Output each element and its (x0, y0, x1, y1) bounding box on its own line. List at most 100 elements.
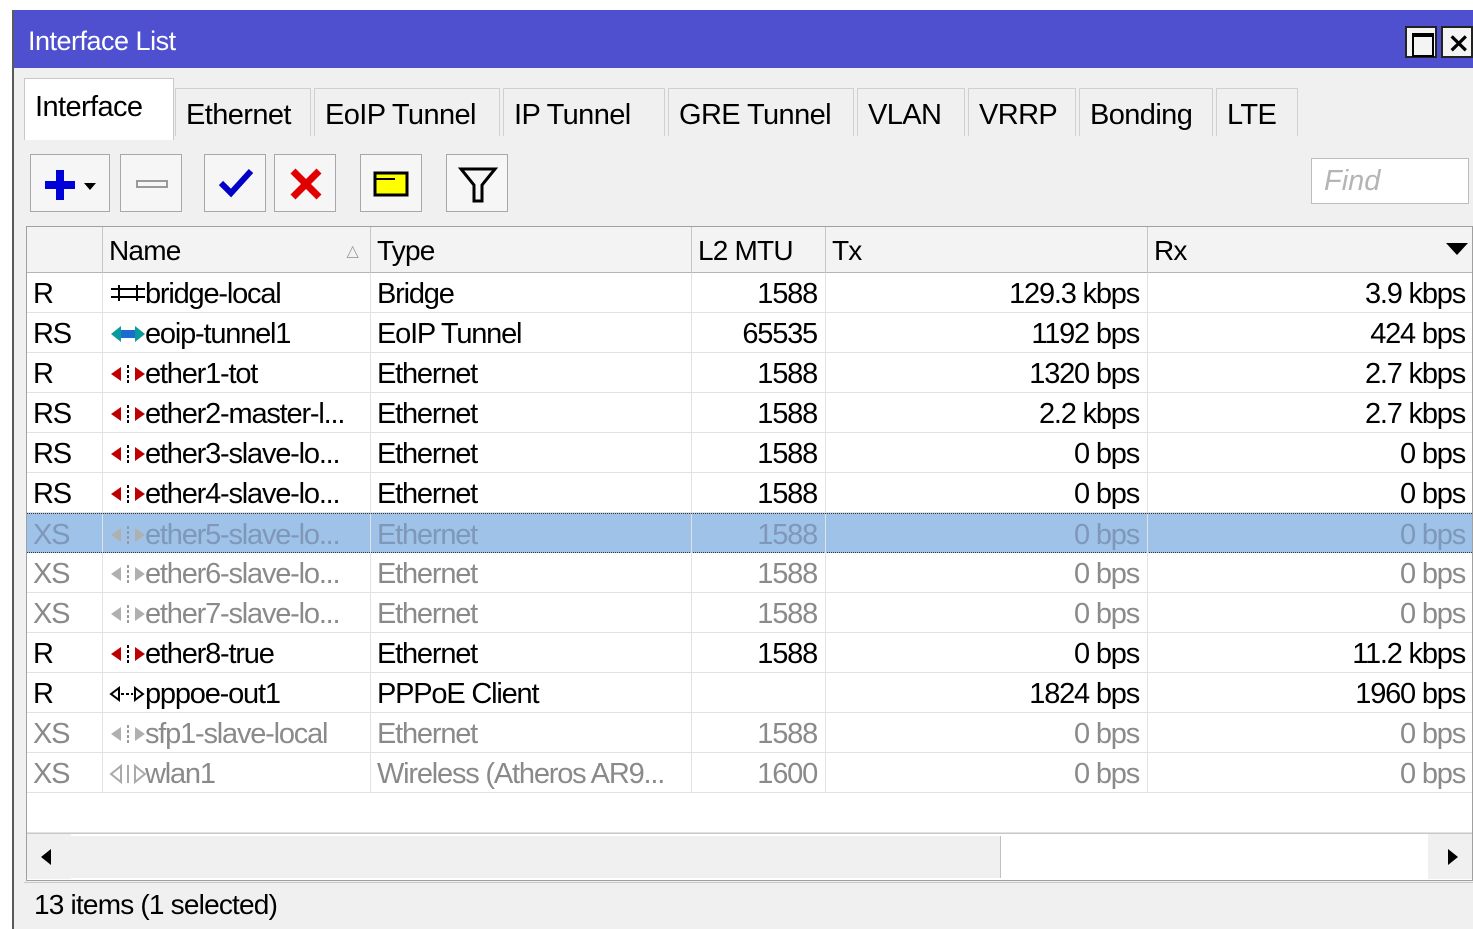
table-row[interactable]: RS ether4-slave-lo... Ethernet 1588 0 bps 0 b… (27, 473, 1472, 513)
cell-flags: RS (27, 473, 103, 513)
table-row[interactable]: XS ether7-slave-lo... Ethernet 1588 0 bps 0 b… (27, 593, 1472, 633)
eoip-tunnel-icon (109, 318, 145, 350)
cell-name: pppoe-out1 (103, 673, 371, 713)
column-type[interactable]: Type (371, 227, 692, 273)
cell-type: Ethernet (371, 514, 692, 554)
cell-type: Ethernet (371, 553, 692, 593)
table-row[interactable]: XS sfp1-slave-local Ethernet 1588 0 bps 0 bps (27, 713, 1472, 753)
table-row[interactable]: XS wlan1 Wireless (Atheros AR9... 1600 0 bps… (27, 753, 1472, 793)
tab-ip-tunnel[interactable]: IP Tunnel (503, 88, 665, 136)
cell-name: ether6-slave-lo... (103, 553, 371, 593)
cell-l2mtu: 1588 (692, 353, 826, 393)
tab-vrrp[interactable]: VRRP (968, 88, 1076, 136)
ethernet-icon (109, 358, 145, 390)
scrollbar-track[interactable] (71, 834, 1428, 880)
cell-type: EoIP Tunnel (371, 313, 692, 353)
cell-tx: 0 bps (826, 433, 1148, 473)
cell-flags: R (27, 353, 103, 393)
cell-tx: 0 bps (826, 473, 1148, 513)
cell-flags: RS (27, 393, 103, 433)
cell-type: Ethernet (371, 713, 692, 753)
cell-type: Wireless (Atheros AR9... (371, 753, 692, 793)
cell-tx: 0 bps (826, 514, 1148, 554)
cell-rx: 0 bps (1148, 514, 1473, 554)
close-icon[interactable]: × (1441, 26, 1473, 59)
column-name-label: Name (109, 235, 181, 266)
cell-l2mtu: 1588 (692, 473, 826, 513)
cell-l2mtu: 1588 (692, 433, 826, 473)
column-menu-icon[interactable] (1446, 243, 1468, 255)
table-row[interactable]: XS ether6-slave-lo... Ethernet 1588 0 bps 0 b… (27, 553, 1472, 593)
filter-icon (457, 167, 499, 203)
tab-bonding[interactable]: Bonding (1079, 88, 1213, 136)
cell-rx: 1960 bps (1148, 673, 1473, 713)
cell-rx: 3.9 kbps (1148, 273, 1473, 313)
tab-interface[interactable]: Interface (24, 78, 174, 140)
cell-rx: 2.7 kbps (1148, 353, 1473, 393)
cell-rx: 11.2 kbps (1148, 633, 1473, 673)
column-flags[interactable] (27, 227, 103, 273)
cell-l2mtu: 1588 (692, 593, 826, 633)
cell-rx: 0 bps (1148, 473, 1473, 513)
cell-rx: 0 bps (1148, 433, 1473, 473)
cell-name: ether1-tot (103, 353, 371, 393)
interface-name: ether6-slave-lo... (145, 558, 341, 590)
tab-lte[interactable]: LTE (1216, 88, 1298, 136)
cell-flags: XS (27, 514, 103, 554)
remove-button[interactable] (120, 154, 182, 212)
maximize-icon[interactable] (1405, 26, 1437, 58)
cell-name: wlan1 (103, 753, 371, 793)
horizontal-scrollbar[interactable] (27, 833, 1472, 880)
cell-l2mtu: 1588 (692, 393, 826, 433)
cell-tx: 0 bps (826, 713, 1148, 753)
cell-rx: 0 bps (1148, 553, 1473, 593)
cell-tx: 129.3 kbps (826, 273, 1148, 313)
find-input[interactable]: Find (1311, 158, 1469, 204)
column-l2mtu[interactable]: L2 MTU (692, 227, 826, 273)
interface-name: ether1-tot (145, 358, 258, 390)
title-bar[interactable]: Interface List × (14, 10, 1473, 68)
cell-name: ether8-true (103, 633, 371, 673)
table-row[interactable]: Rether8-true Ethernet 1588 0 bps 11.2 kbps (27, 633, 1472, 673)
interface-name: ether3-slave-lo... (145, 438, 341, 470)
scrollbar-thumb[interactable] (71, 836, 1001, 878)
cell-tx: 0 bps (826, 553, 1148, 593)
tab-eoip-tunnel[interactable]: EoIP Tunnel (314, 88, 500, 136)
comment-icon (373, 171, 409, 197)
table-row[interactable]: RS ether3-slave-lo... Ethernet 1588 0 bps 0 b… (27, 433, 1472, 473)
cell-name: bridge-local (103, 273, 371, 313)
cell-type: Ethernet (371, 633, 692, 673)
column-rx[interactable]: Rx (1148, 227, 1473, 273)
column-name[interactable]: Name △ (103, 227, 371, 273)
interface-name: eoip-tunnel1 (145, 318, 291, 350)
table-row[interactable]: RS ether2-master-l... Ethernet 1588 2.2 kbps… (27, 393, 1472, 433)
enable-button[interactable] (204, 154, 266, 212)
table-row[interactable]: RS eoip-tunnel1 EoIP Tunnel 65535 1192 bps 42… (27, 313, 1472, 353)
scroll-right-icon[interactable] (1428, 834, 1472, 880)
column-tx[interactable]: Tx (826, 227, 1148, 273)
filter-button[interactable] (446, 154, 508, 212)
table-row[interactable]: Rpppoe-out1 PPPoE Client 1824 bps 1960 bps (27, 673, 1472, 713)
tab-gre-tunnel[interactable]: GRE Tunnel (668, 88, 854, 136)
table-row[interactable]: Rether1-tot Ethernet 1588 1320 bps 2.7 kbps (27, 353, 1472, 393)
tab-vlan[interactable]: VLAN (857, 88, 965, 136)
cell-rx: 0 bps (1148, 593, 1473, 633)
cell-name: ether2-master-l... (103, 393, 371, 433)
add-button[interactable] (30, 154, 110, 212)
comment-button[interactable] (360, 154, 422, 212)
scroll-left-icon[interactable] (27, 834, 71, 880)
cell-name: eoip-tunnel1 (103, 313, 371, 353)
cell-type: Ethernet (371, 393, 692, 433)
cell-l2mtu: 1588 (692, 514, 826, 554)
cell-flags: XS (27, 553, 103, 593)
tab-ethernet[interactable]: Ethernet (175, 88, 311, 136)
table-row[interactable]: Rbridge-local Bridge 1588 129.3 kbps 3.9 kbp… (27, 273, 1472, 313)
interface-name: bridge-local (145, 278, 282, 310)
cell-l2mtu: 65535 (692, 313, 826, 353)
cell-type: Ethernet (371, 593, 692, 633)
cell-rx: 424 bps (1148, 313, 1473, 353)
disable-button[interactable] (274, 154, 336, 212)
interface-list-window: Interface List × Interface Ethernet EoIP… (12, 10, 1473, 929)
table-row[interactable]: XS ether5-slave-lo... Ethernet 1588 0 bps 0 b… (27, 513, 1473, 554)
ethernet-icon (109, 478, 145, 510)
